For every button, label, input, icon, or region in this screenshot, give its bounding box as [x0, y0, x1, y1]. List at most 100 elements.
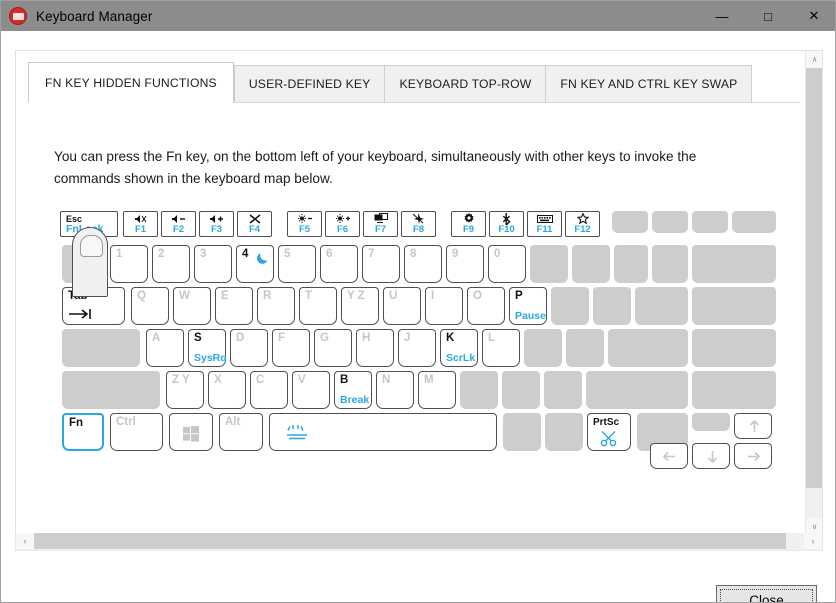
key-r[interactable]: R [257, 287, 295, 325]
key-a[interactable]: A [146, 329, 184, 367]
key-m[interactable]: M [418, 371, 456, 409]
scroll-right-button[interactable]: › [804, 533, 822, 549]
key-1[interactable]: 1 [110, 245, 148, 283]
key-label: 8 [410, 248, 417, 260]
key-l[interactable]: L [482, 329, 520, 367]
tab-label: FN KEY HIDDEN FUNCTIONS [45, 75, 217, 90]
minimize-button[interactable]: — [699, 1, 745, 31]
key-f1[interactable]: F1 [123, 211, 158, 237]
scroll-up-button[interactable]: ∧ [806, 51, 822, 68]
key-arrow-down[interactable] [692, 443, 730, 469]
key-windows[interactable] [169, 413, 213, 451]
key-f12[interactable]: F12 [565, 211, 600, 237]
key-u[interactable]: U [383, 287, 421, 325]
key-0[interactable]: 0 [488, 245, 526, 283]
key-9[interactable]: 9 [446, 245, 484, 283]
key-5[interactable]: 5 [278, 245, 316, 283]
tab-user-defined-key[interactable]: USER-DEFINED KEY [233, 65, 385, 103]
key-6[interactable]: 6 [320, 245, 358, 283]
tab-label: KEYBOARD TOP-ROW [399, 77, 532, 91]
key-g[interactable]: G [314, 329, 352, 367]
key-prtsc[interactable]: PrtSc [587, 413, 631, 451]
key-f5[interactable]: F5 [287, 211, 322, 237]
key-f7[interactable]: F7 [363, 211, 398, 237]
brightness-up-icon [335, 213, 351, 224]
key-o[interactable]: O [467, 287, 505, 325]
key-d[interactable]: D [230, 329, 268, 367]
key-f11[interactable]: F11 [527, 211, 562, 237]
key-f9[interactable]: F9 [451, 211, 486, 237]
key-t[interactable]: T [299, 287, 337, 325]
key-f7-label: F7 [374, 224, 387, 235]
key-blank [524, 329, 562, 367]
key-f8[interactable]: F8 [401, 211, 436, 237]
key-4-sleep[interactable]: 4 [236, 245, 274, 283]
vertical-scrollbar[interactable]: ∧ ∨ [805, 51, 822, 535]
close-window-button[interactable]: ✕ [791, 1, 835, 31]
external-display-icon [374, 213, 388, 224]
key-w[interactable]: W [173, 287, 211, 325]
arrow-down-icon [707, 450, 718, 463]
key-f10[interactable]: F10 [489, 211, 524, 237]
key-blank [732, 211, 776, 233]
key-2[interactable]: 2 [152, 245, 190, 283]
key-alt[interactable]: Alt [219, 413, 263, 451]
key-f2[interactable]: F2 [161, 211, 196, 237]
key-f11-label: F11 [536, 224, 553, 235]
key-label: 9 [452, 248, 459, 260]
key-3[interactable]: 3 [194, 245, 232, 283]
airplane-mode-icon [412, 213, 425, 224]
key-8[interactable]: 8 [404, 245, 442, 283]
key-n[interactable]: N [376, 371, 414, 409]
key-sublabel: Break [340, 394, 370, 406]
bluetooth-icon [502, 212, 511, 225]
key-fn[interactable]: Fn [62, 413, 104, 451]
keyboard-manager-window: Keyboard Manager — □ ✕ FN KEY HIDDEN FUN… [0, 0, 836, 603]
tab-keyboard-top-row[interactable]: KEYBOARD TOP-ROW [384, 65, 546, 103]
key-blank [502, 371, 540, 409]
key-space-backlight[interactable] [269, 413, 497, 451]
key-b-break[interactable]: B Break [334, 371, 372, 409]
close-button[interactable]: Close [716, 585, 817, 603]
key-v[interactable]: V [292, 371, 330, 409]
key-arrow-up[interactable] [734, 413, 772, 439]
maximize-button[interactable]: □ [745, 1, 791, 31]
key-x[interactable]: X [208, 371, 246, 409]
key-label: H [362, 332, 371, 344]
window-caption-buttons: — □ ✕ [699, 1, 835, 31]
key-i[interactable]: I [425, 287, 463, 325]
key-7[interactable]: 7 [362, 245, 400, 283]
minimize-icon: — [715, 8, 729, 24]
key-f4[interactable]: F4 [237, 211, 272, 237]
key-h[interactable]: H [356, 329, 394, 367]
key-k-scrlk[interactable]: K ScrLk [440, 329, 478, 367]
key-q[interactable]: Q [131, 287, 169, 325]
key-z-y[interactable]: Z Y [166, 371, 204, 409]
key-ctrl[interactable]: Ctrl [110, 413, 163, 451]
horizontal-scrollbar[interactable]: ‹ › [15, 533, 823, 551]
key-blank [692, 413, 730, 431]
tab-label: USER-DEFINED KEY [248, 77, 371, 91]
key-arrow-left[interactable] [650, 443, 688, 469]
key-arrow-right[interactable] [734, 443, 772, 469]
key-p-pause[interactable]: P Pause [509, 287, 547, 325]
vertical-scroll-thumb[interactable] [806, 68, 822, 488]
tab-fn-key-and-ctrl-key-swap[interactable]: FN KEY AND CTRL KEY SWAP [545, 65, 753, 103]
key-f3[interactable]: F3 [199, 211, 234, 237]
key-f6[interactable]: F6 [325, 211, 360, 237]
key-y-z[interactable]: Y Z [341, 287, 379, 325]
key-e[interactable]: E [215, 287, 253, 325]
scroll-left-button[interactable]: ‹ [16, 533, 34, 549]
close-button-label: Close [749, 593, 784, 603]
key-f[interactable]: F [272, 329, 310, 367]
key-j[interactable]: J [398, 329, 436, 367]
keyboard-app-icon [9, 7, 27, 25]
tab-fn-key-hidden-functions[interactable]: FN KEY HIDDEN FUNCTIONS [28, 62, 234, 103]
key-label: O [473, 290, 482, 302]
horizontal-scroll-thumb[interactable] [34, 533, 786, 549]
key-s-sysrq[interactable]: S SysRq [188, 329, 227, 367]
key-c[interactable]: C [250, 371, 288, 409]
key-label: 5 [284, 248, 291, 260]
maximize-icon: □ [764, 8, 772, 24]
key-blank-enter-bottom [608, 329, 688, 367]
